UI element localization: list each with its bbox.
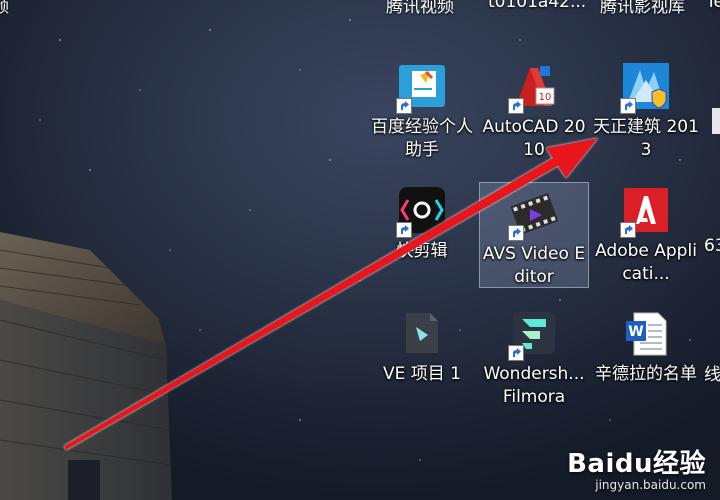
adobe-icon [620,186,670,238]
tangent-arch-icon [620,62,670,114]
desktop-icon-label: Wondersh... Filmora [483,364,585,407]
desktop-icon-label: AVS Video Editor [482,244,586,287]
autocad-icon: 10 [508,62,558,114]
desktop-icon-ve-project[interactable]: VE 项目 1 [367,303,477,409]
desktop-icon-label: 天正建筑 2013 [593,117,699,160]
watermark-brand: Baidu经验 [567,449,706,479]
desktop-icon-label: 辛德拉的名单 [595,364,697,384]
shortcut-arrow-icon [620,98,636,114]
svg-text:10: 10 [539,92,552,103]
ve-project-icon [398,309,446,357]
desktop-icon-label: 快剪辑 [396,241,448,261]
desktop-icon-adobe[interactable]: Adobe Applicati... [591,180,701,286]
desktop-icon-word-doc[interactable]: W 辛德拉的名单 [591,303,701,409]
shortcut-arrow-icon [620,222,636,238]
desktop-icon-baidu-jingyan[interactable]: 百度经验个人助手 [367,56,477,162]
desktop-icon-autocad[interactable]: 10 AutoCAD 2010 [479,56,589,162]
desktop-icon-tangent-arch[interactable]: 天正建筑 2013 [591,56,701,162]
desktop-icon-filmora[interactable]: Wondersh... Filmora [479,303,589,409]
shortcut-arrow-icon [508,98,524,114]
desktop-label-partial-te[interactable]: Te [706,0,720,12]
desktop-label-t0101[interactable]: t0101a42... [488,0,586,12]
filmora-icon [508,309,558,361]
baidu-jingyan-watermark: Baidu经验 jingyan.baidu.com [567,443,706,492]
shortcut-arrow-icon [396,98,412,114]
svg-text:W: W [628,324,643,340]
desktop-icon-label: Adobe Applicati... [595,241,697,284]
desktop-label-partial-63[interactable]: 63 [704,236,720,256]
kuaijianji-icon [396,186,446,238]
desktop-icon-label: 百度经验个人助手 [371,117,473,160]
desktop-icon-avs-video-editor[interactable]: AVS Video Editor [479,182,589,288]
desktop-icon-kuaijianji[interactable]: 快剪辑 [367,180,477,286]
watermark-url: jingyan.baidu.com [595,478,706,492]
desktop-label-tencent-film[interactable]: 腾讯影视库 [600,0,685,17]
partial-icon-edge [712,108,720,134]
word-document-icon: W [622,309,670,357]
baidu-jingyan-icon [396,62,446,114]
desktop-label-partial-1[interactable]: 频 [0,0,9,17]
shortcut-arrow-icon [396,222,412,238]
avs-video-editor-icon [508,189,559,241]
desktop-icon-label: VE 项目 1 [383,364,461,384]
desktop-icon-label: AutoCAD 2010 [482,117,586,160]
shortcut-arrow-icon [508,225,524,241]
desktop-label-tencent-video[interactable]: 腾讯视频 [386,0,454,17]
shortcut-arrow-icon [508,345,524,361]
desktop-label-partial-xian[interactable]: 线 [704,360,720,385]
